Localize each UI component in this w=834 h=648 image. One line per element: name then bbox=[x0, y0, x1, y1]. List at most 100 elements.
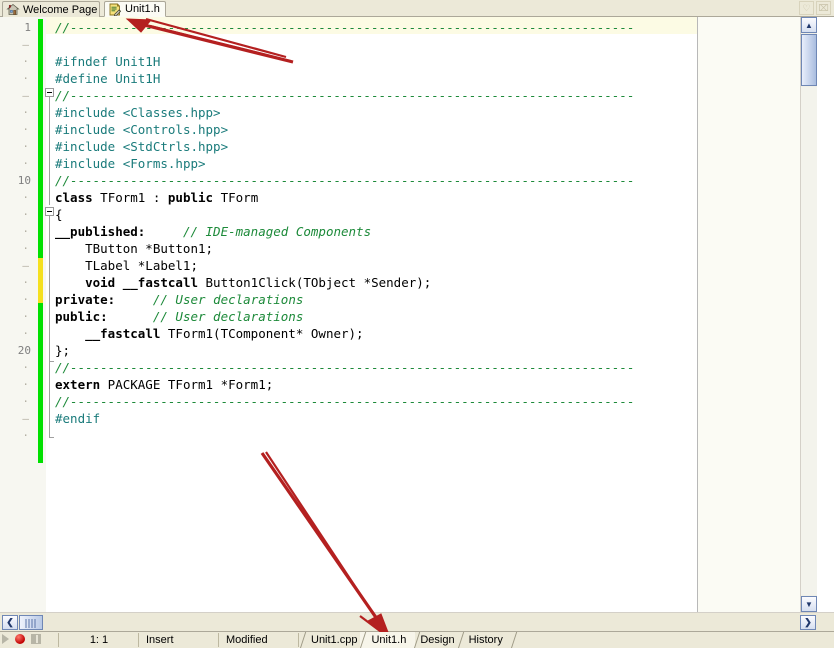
code-line[interactable]: #include <Classes.hpp> bbox=[55, 104, 221, 121]
status-bar: 1: 1 Insert Modified Unit1.cpp Unit1.h D… bbox=[0, 631, 834, 648]
code-line[interactable]: #include <Forms.hpp> bbox=[55, 155, 206, 172]
code-token: { bbox=[55, 207, 63, 222]
vertical-scroll-track[interactable] bbox=[801, 87, 817, 595]
editor-gutter[interactable]: 1 – · · – · · · · 10 · · · · – · · · · 20 · · · – · bbox=[0, 17, 54, 612]
editor-horizontal-scrollbar[interactable]: ❮ ❯ bbox=[0, 612, 834, 631]
code-line[interactable]: #include <Controls.hpp> bbox=[55, 121, 228, 138]
code-token: // User declarations bbox=[152, 309, 304, 324]
status-divider bbox=[138, 633, 139, 647]
modified-indicator: Modified bbox=[226, 634, 268, 646]
code-line[interactable]: #ifndef Unit1H bbox=[55, 53, 160, 70]
gutter-line-marker: · bbox=[22, 157, 29, 170]
gutter-line-marker: · bbox=[22, 395, 29, 408]
code-text[interactable]: //--------------------------------------… bbox=[55, 17, 817, 612]
code-token: // User declarations bbox=[152, 292, 304, 307]
code-token: #endif bbox=[55, 411, 101, 426]
horizontal-scroll-thumb[interactable] bbox=[19, 615, 43, 630]
view-tab-bar: Unit1.cpp Unit1.h Design History bbox=[300, 631, 512, 648]
tab-unit1-h-label: Unit1.h bbox=[125, 3, 160, 15]
scroll-up-button[interactable]: ▲ bbox=[801, 17, 817, 33]
gutter-line-marker: – bbox=[22, 38, 29, 51]
status-divider bbox=[298, 633, 299, 647]
code-line[interactable]: TButton *Button1; bbox=[55, 240, 213, 257]
code-editor[interactable]: 1 – · · – · · · · 10 · · · · – · · · · 20 · · · – · //----------… bbox=[0, 17, 817, 612]
view-tab-unit1-cpp[interactable]: Unit1.cpp bbox=[300, 632, 367, 648]
scroll-right-button[interactable]: ❯ bbox=[800, 615, 816, 630]
scroll-down-button[interactable]: ▼ bbox=[801, 596, 817, 612]
view-tab-history[interactable]: History bbox=[457, 632, 512, 648]
tab-welcome-page[interactable]: Welcome Page bbox=[2, 1, 100, 17]
code-token: }; bbox=[55, 343, 71, 358]
code-line[interactable]: //--------------------------------------… bbox=[55, 19, 634, 36]
code-line[interactable] bbox=[55, 36, 63, 53]
code-line[interactable]: private: // User declarations bbox=[55, 291, 303, 308]
tab-unit1-h[interactable]: Unit1.h bbox=[104, 1, 166, 17]
scroll-left-button[interactable]: ❮ bbox=[2, 615, 18, 630]
code-line[interactable]: //--------------------------------------… bbox=[55, 172, 634, 189]
code-line[interactable]: //--------------------------------------… bbox=[55, 393, 634, 410]
pin-window-button[interactable]: ♡ bbox=[799, 1, 814, 15]
code-token: extern bbox=[55, 377, 101, 392]
gutter-line-number: 20 bbox=[17, 344, 31, 357]
record-button[interactable] bbox=[15, 634, 25, 644]
code-line[interactable]: #endif bbox=[55, 410, 100, 427]
code-line[interactable]: public: // User declarations bbox=[55, 308, 303, 325]
gutter-line-marker: · bbox=[22, 293, 29, 306]
code-line[interactable]: #include <StdCtrls.hpp> bbox=[55, 138, 228, 155]
pause-button[interactable] bbox=[31, 634, 41, 644]
fold-guide bbox=[49, 216, 50, 361]
code-token: Button1Click(TObject *Sender); bbox=[198, 275, 432, 290]
code-token: private: bbox=[55, 292, 116, 307]
gutter-line-marker: – bbox=[22, 89, 29, 102]
code-token: <Classes.hpp> bbox=[122, 105, 221, 120]
code-token: <Controls.hpp> bbox=[122, 122, 229, 137]
gutter-line-marker: · bbox=[22, 361, 29, 374]
vertical-scroll-thumb[interactable] bbox=[801, 34, 817, 86]
editor-vertical-scrollbar[interactable]: ▲ ▼ bbox=[800, 17, 817, 612]
close-window-button[interactable]: ⌧ bbox=[816, 1, 831, 15]
header-file-icon bbox=[108, 3, 122, 17]
view-tab-unit1-h[interactable]: Unit1.h bbox=[360, 632, 416, 648]
code-token: //--------------------------------------… bbox=[55, 173, 635, 188]
code-line[interactable]: TLabel *Label1; bbox=[55, 257, 198, 274]
gutter-line-marker: · bbox=[22, 123, 29, 136]
fold-guide-end bbox=[49, 437, 54, 438]
code-token: #ifndef Unit1H bbox=[55, 54, 161, 69]
gutter-line-number: 10 bbox=[17, 174, 31, 187]
code-line[interactable]: { bbox=[55, 206, 63, 223]
code-line[interactable]: class TForm1 : public TForm bbox=[55, 189, 258, 206]
code-token: // IDE-managed Components bbox=[182, 224, 372, 239]
fold-toggle-class[interactable] bbox=[45, 207, 54, 216]
fold-guide bbox=[49, 97, 50, 205]
code-token: public bbox=[167, 190, 214, 205]
code-token: //--------------------------------------… bbox=[55, 88, 635, 103]
gutter-line-marker: · bbox=[22, 55, 29, 68]
code-line[interactable]: //--------------------------------------… bbox=[55, 359, 634, 376]
code-line[interactable]: __published: // IDE-managed Components bbox=[55, 223, 371, 240]
fold-toggle-ifndef[interactable] bbox=[45, 88, 54, 97]
code-line[interactable]: extern PACKAGE TForm1 *Form1; bbox=[55, 376, 273, 393]
gutter-line-marker: · bbox=[22, 225, 29, 238]
code-token: TForm1(TComponent* Owner); bbox=[160, 326, 364, 341]
insert-mode-indicator[interactable]: Insert bbox=[140, 632, 218, 648]
window-control-buttons: ♡ ⌧ bbox=[799, 1, 831, 15]
code-token: class bbox=[55, 190, 93, 205]
code-line[interactable]: //--------------------------------------… bbox=[55, 87, 634, 104]
change-bar-saved bbox=[38, 303, 43, 463]
code-line[interactable]: }; bbox=[55, 342, 70, 359]
debug-controls bbox=[2, 634, 41, 644]
code-token: //--------------------------------------… bbox=[55, 20, 635, 35]
run-button[interactable] bbox=[2, 634, 9, 644]
code-line[interactable]: void __fastcall Button1Click(TObject *Se… bbox=[55, 274, 431, 291]
gutter-line-number: 1 bbox=[24, 21, 31, 34]
code-token: PACKAGE TForm1 *Form1; bbox=[100, 377, 274, 392]
code-line[interactable]: #define Unit1H bbox=[55, 70, 160, 87]
code-token: #include bbox=[55, 105, 123, 120]
code-token: #define Unit1H bbox=[55, 71, 161, 86]
code-token: TForm bbox=[213, 190, 259, 205]
code-line[interactable]: __fastcall TForm1(TComponent* Owner); bbox=[55, 325, 364, 342]
home-icon bbox=[6, 3, 20, 16]
